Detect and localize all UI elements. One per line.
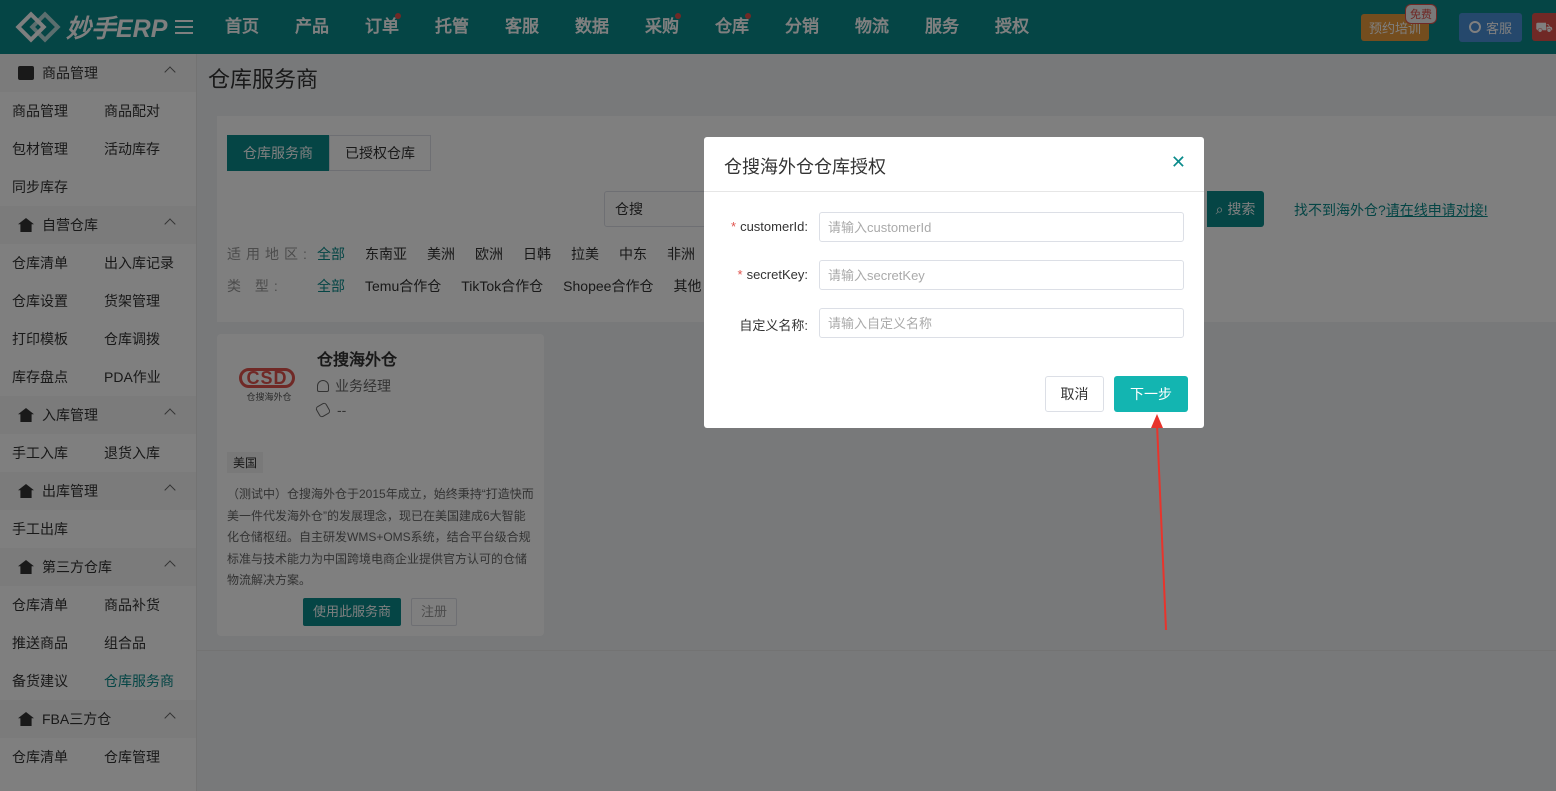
- customer-id-label-text: customerId:: [740, 219, 808, 234]
- custom-name-row: 自定义名称:: [704, 308, 1204, 338]
- dialog-divider: [704, 191, 1204, 192]
- next-step-button[interactable]: 下一步: [1114, 376, 1188, 412]
- close-icon[interactable]: ✕: [1171, 152, 1186, 173]
- customer-id-label: * customerId:: [731, 219, 808, 234]
- dialog-title: 仓搜海外仓仓库授权: [724, 157, 886, 177]
- customer-id-row: * customerId:: [704, 212, 1204, 242]
- required-mark: *: [737, 267, 743, 282]
- authorization-dialog: 仓搜海外仓仓库授权 ✕ *customerId: *secretKey: 自定义…: [704, 137, 1204, 428]
- required-mark: *: [731, 219, 737, 234]
- secret-key-label: * secretKey:: [738, 267, 808, 282]
- secret-key-row: * secretKey:: [704, 260, 1204, 290]
- cancel-button[interactable]: 取消: [1045, 376, 1104, 412]
- custom-name-label: 自定义名称:: [739, 318, 808, 333]
- custom-name-input[interactable]: [819, 308, 1184, 338]
- secret-key-input[interactable]: [819, 260, 1184, 290]
- secret-key-label-text: secretKey:: [746, 267, 808, 282]
- customer-id-input[interactable]: [819, 212, 1184, 242]
